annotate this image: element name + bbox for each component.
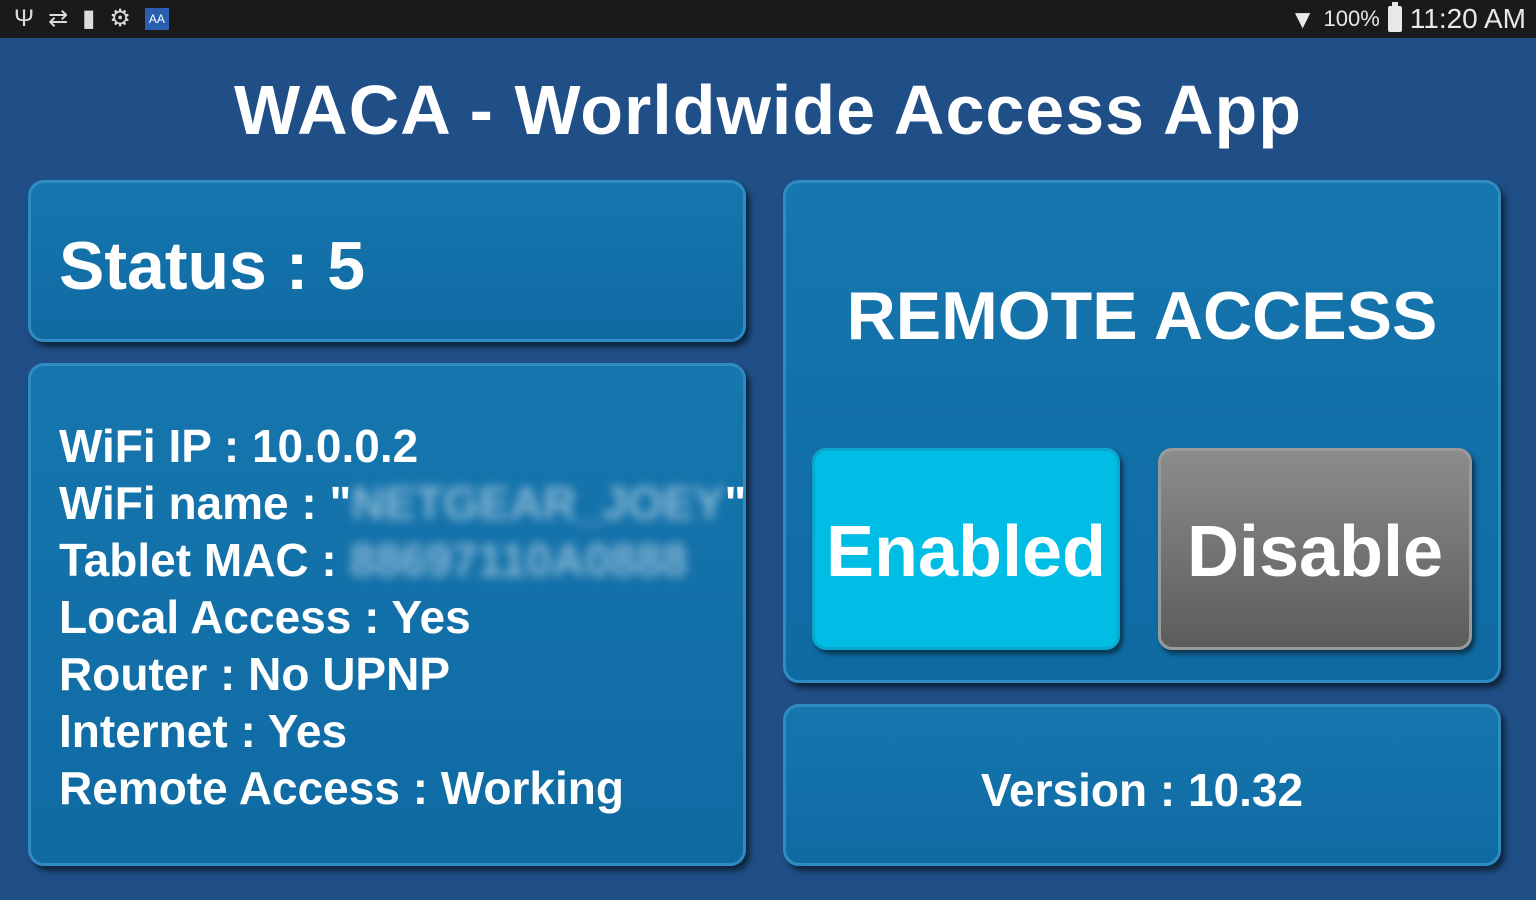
wifi-name-label: WiFi name : " xyxy=(59,477,352,529)
sd-card-icon: ▮ xyxy=(82,5,96,32)
system-status-bar: Ψ ⇄ ▮ ⚙ AA ▼ 100% 11:20 AM xyxy=(0,0,1536,38)
local-access-row: Local Access : Yes xyxy=(59,591,471,643)
android-icon: ⚙ xyxy=(109,5,131,32)
wifi-ip-row: WiFi IP : 10.0.0.2 xyxy=(59,420,419,472)
tablet-mac-row: Tablet MAC : 88697110A0888 xyxy=(59,532,746,589)
app-notification-icon: AA xyxy=(144,8,169,30)
tablet-mac-value: 88697110A0888 xyxy=(349,534,688,586)
internet-row: Internet : Yes xyxy=(59,705,348,757)
sync-icon: ⇄ xyxy=(48,5,69,32)
version-text: Version : 10.32 xyxy=(980,764,1304,816)
wifi-name-close-quote: " xyxy=(724,477,747,529)
version-panel: Version : 10.32 xyxy=(783,704,1501,866)
tablet-mac-label: Tablet MAC : xyxy=(59,534,350,586)
wifi-icon: ▼ xyxy=(1289,4,1316,34)
router-row: Router : No UPNP xyxy=(59,648,450,700)
usb-icon: Ψ xyxy=(14,5,35,32)
network-info-panel: WiFi IP : 10.0.0.2 WiFi name : "NETGEAR_… xyxy=(28,363,746,866)
remote-access-panel: REMOTE ACCESS Enabled Disable xyxy=(783,180,1501,683)
network-info-list: WiFi IP : 10.0.0.2 WiFi name : "NETGEAR_… xyxy=(59,418,746,817)
remote-access-title: REMOTE ACCESS xyxy=(846,278,1438,354)
status-panel: Status : 5 xyxy=(28,180,746,342)
battery-icon xyxy=(1387,2,1402,32)
notification-icons: Ψ ⇄ ▮ ⚙ AA xyxy=(14,6,169,32)
system-indicators: ▼ 100% 11:20 AM xyxy=(1290,2,1526,36)
remote-access-row: Remote Access : Working xyxy=(59,762,624,814)
clock: 11:20 AM xyxy=(1409,3,1526,34)
battery-percent: 100% xyxy=(1323,6,1380,31)
enabled-button[interactable]: Enabled xyxy=(812,448,1120,650)
disable-button[interactable]: Disable xyxy=(1158,448,1472,650)
app-title: WACA - Worldwide Access App xyxy=(233,71,1303,149)
wifi-name-value: NETGEAR_JOEY xyxy=(351,477,725,529)
status-text: Status : 5 xyxy=(59,228,366,304)
wifi-name-row: WiFi name : "NETGEAR_JOEY" xyxy=(59,475,746,532)
